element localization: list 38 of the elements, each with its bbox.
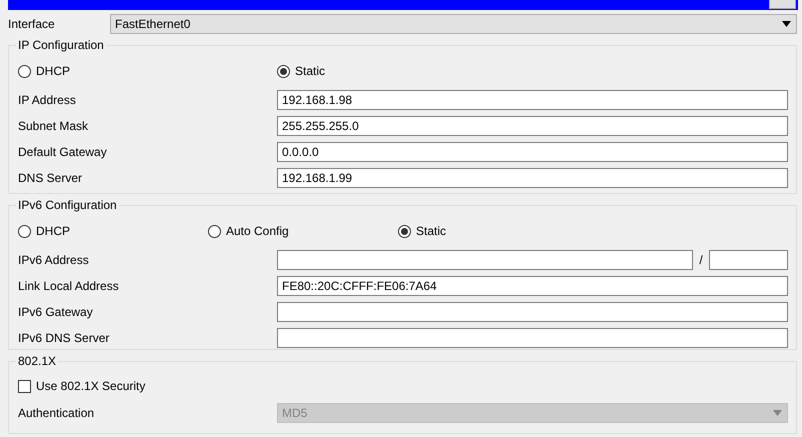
radio-button[interactable] — [208, 224, 221, 238]
radio-label[interactable]: Auto Config — [226, 222, 289, 240]
radio-label[interactable]: DHCP — [36, 62, 70, 80]
group-title: IP Configuration — [17, 38, 105, 52]
field-label: Default Gateway — [18, 144, 108, 161]
field-label: IPv6 DNS Server — [18, 330, 110, 347]
group-title: 802.1X — [17, 354, 58, 368]
text-field[interactable]: FE80::20C:CFFF:FE06:7A64 — [277, 276, 788, 296]
radio-label[interactable]: Static — [416, 222, 446, 240]
caret-icon — [773, 410, 782, 416]
radio-button[interactable] — [18, 64, 31, 78]
field-label: Subnet Mask — [18, 118, 90, 135]
radio-label[interactable]: Static — [295, 62, 326, 80]
prefix-field[interactable] — [709, 250, 788, 270]
checkbox[interactable] — [18, 380, 31, 392]
address-field[interactable] — [277, 250, 693, 270]
group-title: IPv6 Configuration — [17, 198, 118, 212]
field-label: DNS Server — [18, 170, 84, 187]
text-field[interactable]: 255.255.255.0 — [277, 116, 788, 136]
text-field[interactable] — [277, 302, 788, 322]
checkbox-label[interactable]: Use 802.1X Security — [36, 377, 146, 395]
text-field[interactable]: 0.0.0.0 — [277, 142, 788, 162]
field-label: IPv6 Address — [18, 252, 90, 269]
text-field[interactable]: 192.168.1.99 — [277, 168, 788, 188]
radio-label[interactable]: DHCP — [36, 222, 70, 240]
field-label: Link Local Address — [18, 278, 120, 295]
dropdown[interactable]: FastEthernet0 — [110, 14, 797, 34]
text-field[interactable]: 192.168.1.98 — [277, 90, 788, 110]
radio-button[interactable] — [398, 224, 411, 238]
field-label: IP Address — [18, 92, 77, 109]
caret-icon — [782, 21, 791, 27]
field-label: Interface — [8, 16, 56, 33]
field-label: Authentication — [18, 405, 96, 422]
radio-button[interactable] — [277, 64, 290, 78]
separator-text: / — [698, 252, 704, 269]
text-field[interactable] — [277, 328, 788, 348]
field-label: IPv6 Gateway — [18, 304, 94, 321]
radio-button[interactable] — [18, 224, 31, 238]
